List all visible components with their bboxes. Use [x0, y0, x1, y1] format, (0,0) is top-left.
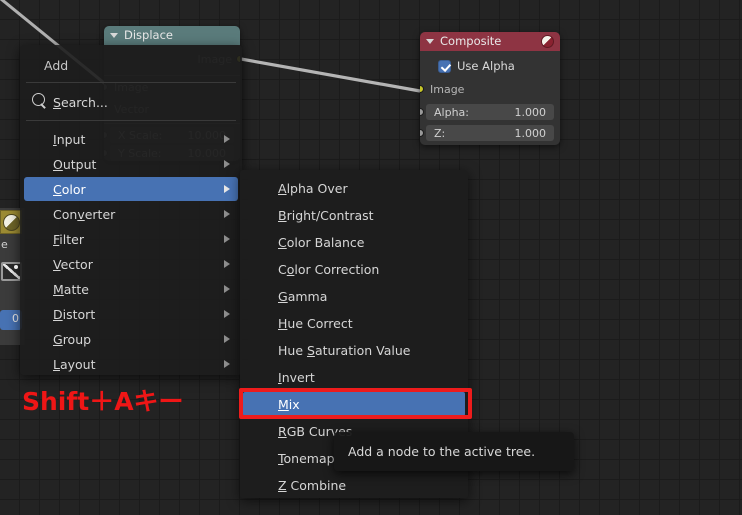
submenu-item-gamma[interactable]: Gamma	[243, 284, 465, 308]
add-menu-title: Add	[44, 58, 69, 73]
triangle-down-icon[interactable]	[426, 39, 434, 44]
tooltip: Add a node to the active tree.	[334, 432, 574, 471]
node-displace-title: Displace	[124, 28, 173, 42]
add-menu-item-group[interactable]: Group	[24, 327, 238, 351]
node-displace-header[interactable]: Displace	[104, 26, 240, 45]
add-menu-item-output[interactable]: Output	[24, 152, 238, 176]
link-noodle-displace-to-composite	[240, 57, 421, 93]
node-composite-field-z[interactable]: Z: 1.000	[426, 125, 554, 141]
submenu-item-color-correction[interactable]: Color Correction	[243, 257, 465, 281]
add-menu-item-color[interactable]: Color	[24, 177, 238, 201]
node-composite-field-alpha[interactable]: Alpha: 1.000	[426, 104, 554, 120]
node-editor-canvas[interactable]: e 0 Displace Image Image Vector X Scale:…	[0, 0, 742, 515]
material-sphere-icon[interactable]	[0, 210, 22, 234]
node-composite-field-alpha-label: Alpha:	[434, 105, 469, 119]
image-icon[interactable]	[1, 262, 22, 281]
chevron-right-icon	[224, 310, 230, 318]
node-composite-input-image-socket[interactable]	[420, 85, 424, 93]
chevron-right-icon	[224, 135, 230, 143]
chevron-right-icon	[224, 285, 230, 293]
use-alpha-checkbox[interactable]	[438, 60, 451, 73]
annotation-shortcut-label: Shift＋Aキー	[22, 387, 184, 416]
chevron-right-icon	[224, 235, 230, 243]
annotation-highlight-box	[239, 388, 472, 419]
add-menu-search[interactable]: Search...	[24, 90, 238, 114]
submenu-item-z-combine[interactable]: Z Combine	[243, 473, 465, 497]
add-menu-item-vector[interactable]: Vector	[24, 252, 238, 276]
add-menu[interactable]: Add Search... Input Output Color Convert…	[20, 45, 242, 375]
node-composite-socket-z[interactable]	[420, 129, 424, 137]
node-composite-title: Composite	[440, 34, 502, 48]
submenu-item-bright-contrast[interactable]: Bright/Contrast	[243, 203, 465, 227]
node-composite-body: Use Alpha Image Alpha: 1.000 Z: 1.000	[420, 51, 560, 145]
sphere-glyph	[2, 213, 20, 231]
node-composite-field-z-label: Z:	[434, 126, 446, 140]
add-menu-item-matte[interactable]: Matte	[24, 277, 238, 301]
add-menu-item-converter[interactable]: Converter	[24, 202, 238, 226]
node-composite-socket-alpha[interactable]	[420, 108, 424, 116]
add-menu-item-distort[interactable]: Distort	[24, 302, 238, 326]
tooltip-text: Add a node to the active tree.	[348, 444, 536, 459]
submenu-item-alpha-over[interactable]: Alpha Over	[243, 176, 465, 200]
add-menu-divider-2	[26, 120, 236, 121]
add-menu-divider-1	[26, 82, 236, 83]
left-panel-badge[interactable]: 0	[0, 310, 22, 330]
node-composite-header[interactable]: Composite	[420, 32, 560, 51]
submenu-item-hue-correct[interactable]: Hue Correct	[243, 311, 465, 335]
chevron-right-icon	[224, 210, 230, 218]
submenu-item-hue-saturation-value[interactable]: Hue Saturation Value	[243, 338, 465, 362]
node-composite[interactable]: Composite Use Alpha Image Alpha: 1.000 Z…	[420, 32, 560, 145]
composite-output-icon	[541, 35, 554, 48]
chevron-right-icon	[224, 185, 230, 193]
add-menu-item-layout[interactable]: Layout	[24, 352, 238, 376]
triangle-down-icon[interactable]	[110, 33, 118, 38]
submenu-item-color-balance[interactable]: Color Balance	[243, 230, 465, 254]
node-composite-input-image-label: Image	[430, 83, 465, 96]
add-menu-item-input[interactable]: Input	[24, 127, 238, 151]
chevron-right-icon	[224, 335, 230, 343]
left-panel-badge-label: 0	[12, 312, 19, 325]
submenu-item-invert[interactable]: Invert	[243, 365, 465, 389]
node-composite-field-z-value: 1.000	[514, 126, 547, 140]
chevron-right-icon	[224, 260, 230, 268]
node-composite-field-alpha-value: 1.000	[514, 105, 547, 119]
add-menu-item-filter[interactable]: Filter	[24, 227, 238, 251]
use-alpha-label: Use Alpha	[457, 59, 515, 73]
chevron-right-icon	[224, 360, 230, 368]
add-menu-search-label-rest: earch...	[60, 94, 108, 110]
chevron-right-icon	[224, 160, 230, 168]
search-icon	[32, 93, 45, 106]
